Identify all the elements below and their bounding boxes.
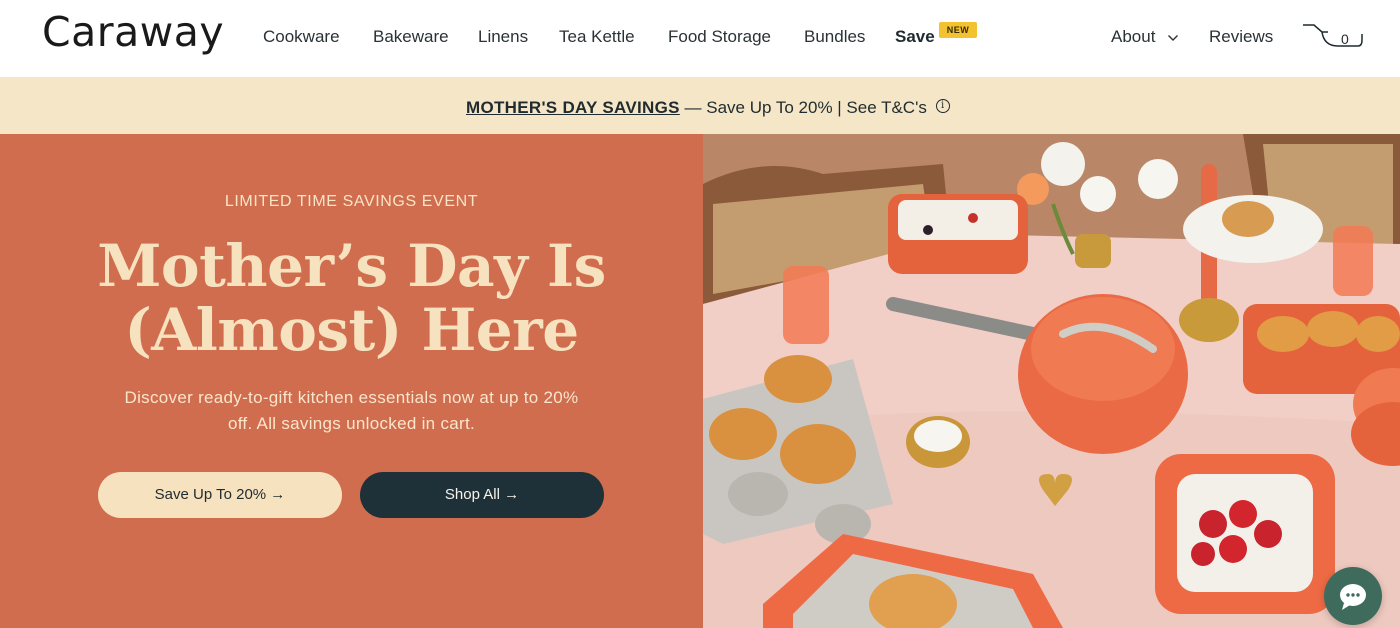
hero-headline-line2: (Almost) Here xyxy=(124,296,579,364)
hero-table-illustration xyxy=(703,134,1400,628)
hero-headline-line1: Mother’s Day Is xyxy=(97,232,606,300)
promo-text: MOTHER'S DAY SAVINGS — Save Up To 20% | … xyxy=(466,98,950,118)
nav-item-food-storage[interactable]: Food Storage xyxy=(668,27,771,47)
shop-all-button[interactable]: Shop All → xyxy=(360,472,604,518)
nav-item-bakeware[interactable]: Bakeware xyxy=(373,27,449,47)
nav-item-cookware[interactable]: Cookware xyxy=(263,27,340,47)
nav-item-reviews[interactable]: Reviews xyxy=(1209,27,1273,47)
site-header: Caraway Cookware Bakeware Linens Tea Ket… xyxy=(0,0,1400,78)
nav-item-tea-kettle[interactable]: Tea Kettle xyxy=(559,27,635,47)
cart-count: 0 xyxy=(1341,31,1349,47)
nav-item-about[interactable]: About xyxy=(1111,27,1155,47)
chat-bubble-icon xyxy=(1340,584,1366,610)
nav-item-save[interactable]: Save xyxy=(895,27,935,47)
hero-subcopy: Discover ready-to-gift kitchen essential… xyxy=(124,388,579,433)
hero-panel: LIMITED TIME SAVINGS EVENT Mother’s Day … xyxy=(0,134,703,628)
nav-item-bundles[interactable]: Bundles xyxy=(804,27,865,47)
save-up-to-20-button[interactable]: Save Up To 20% → xyxy=(98,472,342,518)
hero-eyebrow: LIMITED TIME SAVINGS EVENT xyxy=(224,193,479,210)
new-badge: NEW xyxy=(939,22,977,38)
hero-table-image xyxy=(703,134,1400,628)
chat-widget[interactable] xyxy=(1324,567,1382,625)
cart-icon[interactable] xyxy=(1302,22,1364,52)
promo-detail: — Save Up To 20% | See T&C's xyxy=(684,98,927,117)
promo-link[interactable]: MOTHER'S DAY SAVINGS xyxy=(466,98,680,117)
nav-item-linens[interactable]: Linens xyxy=(478,27,528,47)
chevron-down-icon[interactable] xyxy=(1167,32,1179,44)
info-icon[interactable]: i xyxy=(935,99,950,113)
hero-headline: Mother’s Day Is (Almost) Here xyxy=(0,234,703,362)
caraway-logo[interactable]: Caraway xyxy=(42,8,224,56)
promo-bar: MOTHER'S DAY SAVINGS — Save Up To 20% | … xyxy=(0,78,1400,134)
